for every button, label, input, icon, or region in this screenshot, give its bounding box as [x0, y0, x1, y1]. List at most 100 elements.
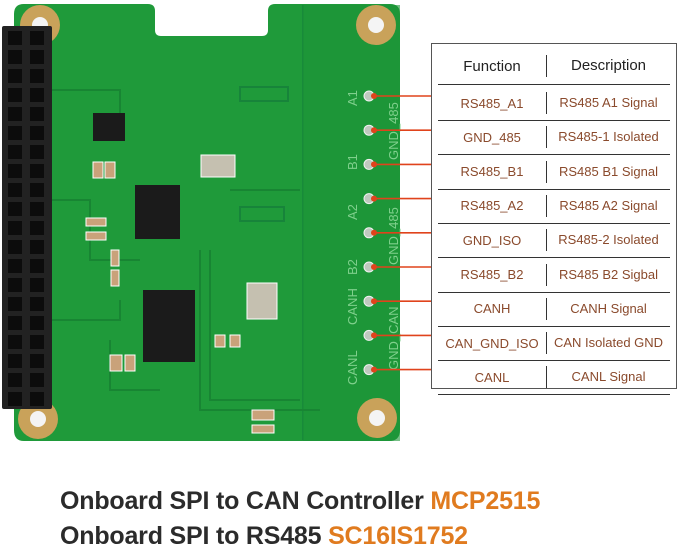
header-pin: [30, 259, 44, 273]
silk-gnd485-1: GND_485: [386, 102, 401, 160]
row-function: GND_ISO: [462, 232, 522, 248]
header-pin: [30, 107, 44, 121]
ic-mcp2515: [135, 185, 180, 239]
caption-rs485: Onboard SPI to RS485 SC16IS1752: [60, 522, 468, 551]
header-pin: [8, 202, 22, 216]
header-pin: [30, 335, 44, 349]
header-pin: [8, 50, 22, 64]
header-pin: [30, 316, 44, 330]
header-pin: [8, 297, 22, 311]
callout-dot: [371, 93, 377, 99]
header-pin: [30, 221, 44, 235]
silk-b2: B2: [345, 259, 360, 275]
row-description: RS485 B1 Signal: [546, 160, 670, 183]
row-description: RS485-1 Isolated: [546, 126, 670, 149]
header-pin: [8, 373, 22, 387]
row-function: GND_485: [463, 129, 521, 145]
header-pin: [8, 240, 22, 254]
crystal-y1: [246, 282, 278, 320]
header-pin: [30, 145, 44, 159]
table-row: RS485_B1 RS485 B1 Signal: [438, 155, 670, 190]
callout-dot: [371, 195, 377, 202]
row-function: RS485_A2: [460, 198, 524, 214]
silk-gnd485-2: GND_485: [386, 207, 401, 265]
header-pin: [30, 164, 44, 178]
header-pin: [30, 392, 44, 406]
header-pin: [8, 183, 22, 197]
callout-dot: [371, 161, 377, 168]
header-pin: [30, 240, 44, 254]
row-description: RS485 A1 Signal: [546, 92, 670, 114]
header-pin: [8, 107, 22, 121]
header-pin: [8, 259, 22, 273]
table-row: RS485_B2 RS485 B2 Sigbal: [438, 258, 670, 293]
header-pin: [30, 183, 44, 197]
caption-can: Onboard SPI to CAN Controller MCP2515: [60, 487, 540, 516]
header-pin: [8, 31, 22, 45]
callout-dot: [371, 229, 377, 236]
table-row: RS485_A1 RS485 A1 Signal: [438, 86, 670, 121]
caption-rs485-chip: SC16IS1752: [328, 522, 468, 550]
row-function: RS485_B2: [460, 267, 524, 282]
row-description: RS485-2 Isolated: [546, 229, 670, 252]
row-description: CAN Isolated GND: [546, 332, 670, 355]
header-function: Function: [463, 57, 521, 75]
silk-a1: A1: [345, 90, 360, 106]
caption-can-chip: MCP2515: [430, 487, 541, 515]
row-description: CANH Signal: [546, 297, 670, 320]
header-pin: [30, 202, 44, 216]
header-pin: [8, 221, 22, 235]
header-pin: [8, 354, 22, 368]
header-pin: [30, 31, 44, 45]
callout-dot: [371, 127, 377, 134]
header-pin: [30, 88, 44, 102]
silk-canh: CANH: [345, 288, 360, 325]
table-row: RS485_A2 RS485 A2 Signal: [438, 189, 670, 224]
table-row: GND_485 RS485-1 Isolated: [438, 120, 670, 156]
header-pin: [8, 278, 22, 292]
caption-can-text: Onboard SPI to CAN Controller: [60, 487, 431, 515]
header-pin: [8, 69, 22, 83]
header-pin: [30, 354, 44, 368]
crystal-osc1: [200, 154, 236, 178]
row-description: RS485 A2 Signal: [546, 194, 670, 217]
callout-dot: [371, 366, 377, 373]
row-description: RS485 B2 Sigbal: [546, 263, 670, 286]
caption-rs485-text: Onboard SPI to RS485: [60, 522, 329, 550]
header-pin: [8, 126, 22, 140]
ic-sc16is752: [143, 290, 195, 362]
silk-a2: A2: [345, 204, 360, 220]
gpio-header: [2, 26, 52, 409]
row-function: CANH: [473, 301, 511, 317]
row-function: CANL: [474, 369, 510, 385]
row-description: CANL Signal: [546, 366, 670, 389]
table-row: CANL CANL Signal: [438, 360, 670, 396]
pinout-table: Function Description RS485_A1 RS485 A1 Si…: [431, 43, 677, 396]
header-pin: [8, 145, 22, 159]
header-pin: [8, 392, 22, 406]
silk-canl: CANL: [345, 350, 360, 385]
ic-u4: [93, 113, 125, 141]
row-function: CAN_GND_ISO: [445, 335, 539, 351]
header-pin: [8, 316, 22, 330]
header-pin: [30, 126, 44, 140]
callout-dot: [371, 298, 377, 305]
row-function: RS485_B1: [460, 164, 524, 180]
header-description: Description: [546, 55, 670, 77]
callout-dot: [371, 332, 377, 339]
row-function: RS485_A1: [460, 95, 524, 111]
header-pin: [8, 164, 22, 178]
header-pin: [30, 278, 44, 292]
header-pin: [30, 50, 44, 64]
header-pin: [30, 373, 44, 387]
table-header: Function Description: [438, 48, 670, 85]
callout-dot: [371, 264, 377, 270]
header-pin: [8, 335, 22, 349]
table-row: CAN_GND_ISO CAN Isolated GND: [438, 326, 670, 362]
header-pin: [30, 69, 44, 83]
silk-b1: B1: [345, 154, 360, 170]
header-pin: [8, 88, 22, 102]
table-row: GND_ISO RS485-2 Isolated: [438, 223, 670, 259]
silk-gndcan: GND_CAN: [386, 306, 401, 370]
table-row: CANH CANH Signal: [438, 292, 670, 327]
